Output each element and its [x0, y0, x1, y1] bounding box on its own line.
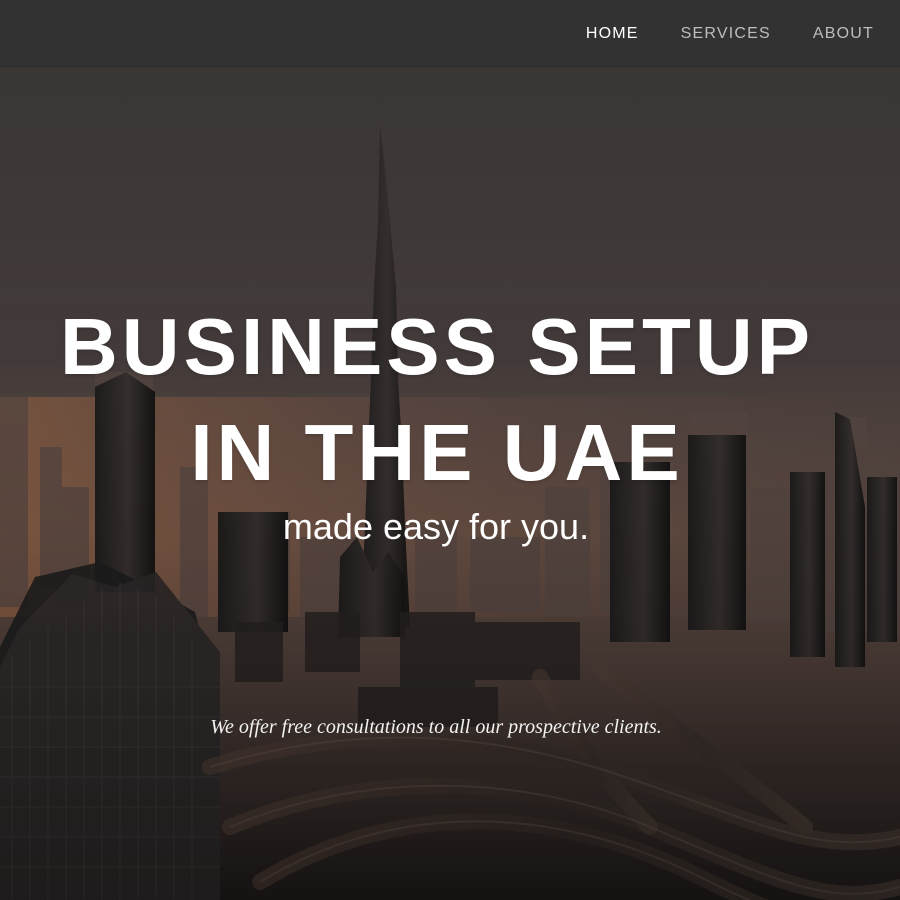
- primary-navigation: HOME SERVICES ABOUT: [586, 0, 874, 67]
- hero-section: BUSINESS SETUP IN THE UAE made easy for …: [0, 67, 900, 900]
- hero-headline-line-1: BUSINESS SETUP: [60, 302, 814, 391]
- hero-subheadline: made easy for you.: [282, 506, 590, 547]
- nav-home-link[interactable]: HOME: [586, 25, 639, 42]
- nav-services-link[interactable]: SERVICES: [681, 25, 771, 42]
- nav-about-link[interactable]: ABOUT: [813, 25, 874, 42]
- top-navigation-bar: HOME SERVICES ABOUT: [0, 0, 900, 67]
- hero-headline-line-2: IN THE UAE: [190, 408, 684, 497]
- consultation-note: We offer free consultations to all our p…: [210, 716, 662, 738]
- landing-page: HOME SERVICES ABOUT BUSINESS SETUP IN TH…: [0, 0, 900, 900]
- hero-content: BUSINESS SETUP IN THE UAE made easy for …: [0, 67, 900, 900]
